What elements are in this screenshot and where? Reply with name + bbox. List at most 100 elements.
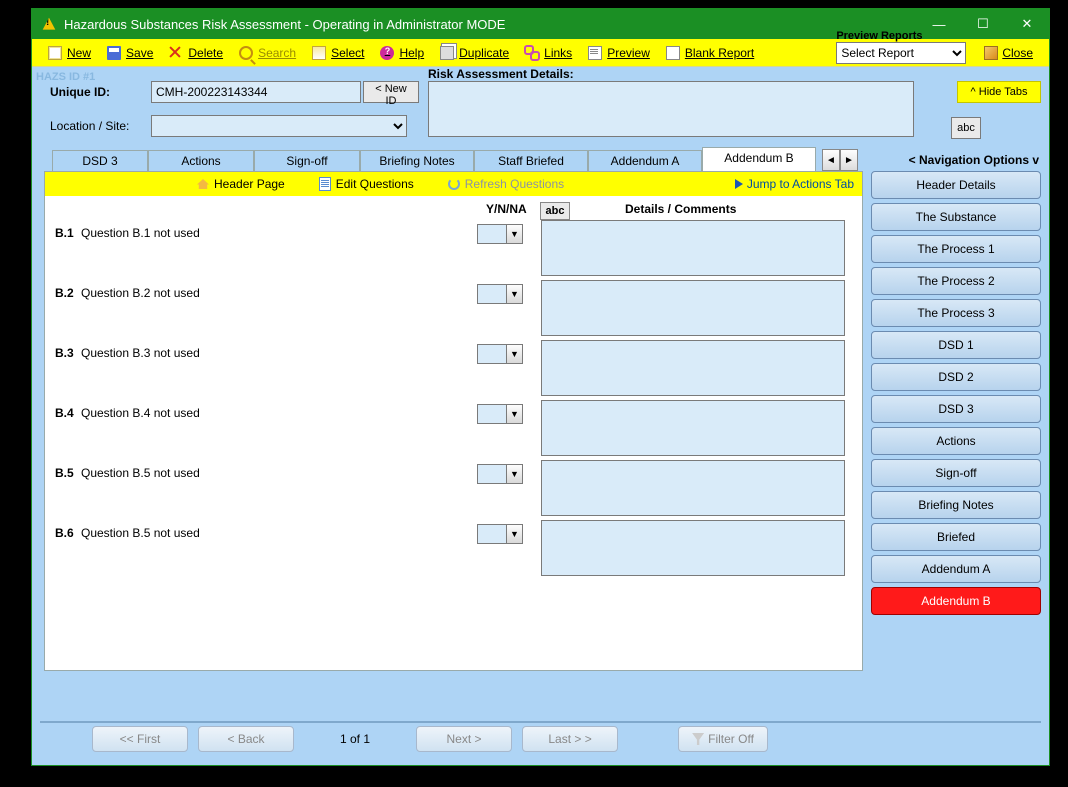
back-button[interactable]: < Back [198, 726, 294, 752]
sidenav-sign-off[interactable]: Sign-off [871, 459, 1041, 487]
ynna-select[interactable]: ▼ [477, 280, 527, 304]
tab-scroll-left[interactable]: ◄ [822, 149, 840, 171]
hide-tabs-button[interactable]: ^ Hide Tabs [957, 81, 1041, 103]
warning-icon [42, 17, 56, 31]
comment-box[interactable] [541, 520, 845, 576]
question-row: B.2 Question B.2 not used ▼ [45, 280, 862, 340]
chevron-down-icon: ▼ [507, 344, 523, 364]
col-details: Details / Comments [625, 202, 736, 220]
sidenav-dsd 3[interactable]: DSD 3 [871, 395, 1041, 423]
location-select[interactable] [151, 115, 407, 137]
question-number: B.3 [45, 340, 81, 360]
comment-box[interactable] [541, 400, 845, 456]
new-id-button[interactable]: < New ID [363, 81, 419, 103]
new-button[interactable]: New [42, 44, 97, 62]
ynna-select[interactable]: ▼ [477, 460, 527, 484]
question-number: B.6 [45, 520, 81, 540]
sidenav-dsd 2[interactable]: DSD 2 [871, 363, 1041, 391]
sidenav-header details[interactable]: Header Details [871, 171, 1041, 199]
last-button[interactable]: Last > > [522, 726, 618, 752]
duplicate-button[interactable]: Duplicate [434, 44, 515, 62]
risk-details-box[interactable] [428, 81, 914, 137]
sidenav-the process 3[interactable]: The Process 3 [871, 299, 1041, 327]
save-button[interactable]: Save [101, 44, 159, 62]
close-icon [984, 46, 998, 60]
abc-column-button[interactable]: abc [540, 202, 570, 220]
window-close-button[interactable]: ✕ [1005, 9, 1049, 39]
ynna-select[interactable]: ▼ [477, 400, 527, 424]
tab-actions[interactable]: Actions [148, 150, 254, 171]
sidenav-actions[interactable]: Actions [871, 427, 1041, 455]
comment-box[interactable] [541, 280, 845, 336]
comment-box[interactable] [541, 340, 845, 396]
side-nav: Header Details The Substance The Process 1… [871, 171, 1041, 671]
preview-reports-select[interactable]: Select Report [836, 42, 966, 64]
delete-icon [169, 46, 183, 60]
ynna-select[interactable]: ▼ [477, 340, 527, 364]
unique-id-field[interactable] [151, 81, 361, 103]
duplicate-icon [440, 46, 454, 60]
header-page-button[interactable]: Header Page [197, 177, 285, 191]
sidenav-briefed[interactable]: Briefed [871, 523, 1041, 551]
sidenav-the substance[interactable]: The Substance [871, 203, 1041, 231]
new-icon [48, 46, 62, 60]
sidenav-addendum a[interactable]: Addendum A [871, 555, 1041, 583]
sidenav-the process 1[interactable]: The Process 1 [871, 235, 1041, 263]
select-button[interactable]: Select [306, 44, 370, 62]
abc-header-button[interactable]: abc [951, 117, 981, 139]
home-icon [197, 179, 209, 189]
tab-dsd3[interactable]: DSD 3 [52, 150, 148, 171]
chevron-down-icon: ▼ [507, 464, 523, 484]
tab-signoff[interactable]: Sign-off [254, 150, 360, 171]
question-row: B.3 Question B.3 not used ▼ [45, 340, 862, 400]
links-button[interactable]: Links [519, 44, 578, 62]
refresh-questions-button[interactable]: Refresh Questions [448, 177, 564, 191]
panel-toolbar: Header Page Edit Questions Refresh Quest… [45, 172, 862, 196]
col-ynna: Y/N/NA [486, 202, 536, 220]
navigation-options-toggle[interactable]: < Navigation Options v [905, 149, 1049, 171]
sidenav-briefing notes[interactable]: Briefing Notes [871, 491, 1041, 519]
tab-addendum-b[interactable]: Addendum B [702, 147, 816, 171]
window-title: Hazardous Substances Risk Assessment - O… [64, 17, 505, 32]
search-icon [239, 46, 253, 60]
hazs-id-watermark: HAZS ID #1 [36, 71, 95, 83]
maximize-button[interactable]: ☐ [961, 9, 1005, 39]
save-icon [107, 46, 121, 60]
work-panel: Header Page Edit Questions Refresh Quest… [44, 171, 863, 671]
question-row: B.6 Question B.5 not used ▼ [45, 520, 862, 580]
comment-box[interactable] [541, 220, 845, 276]
question-row: B.1 Question B.1 not used ▼ [45, 220, 862, 280]
delete-button[interactable]: Delete [163, 44, 229, 62]
search-button[interactable]: Search [233, 44, 302, 62]
tab-briefing-notes[interactable]: Briefing Notes [360, 150, 474, 171]
comment-box[interactable] [541, 460, 845, 516]
sidenav-addendum b[interactable]: Addendum B [871, 587, 1041, 615]
ynna-select[interactable]: ▼ [477, 220, 527, 244]
sidenav-dsd 1[interactable]: DSD 1 [871, 331, 1041, 359]
tab-staff-briefed[interactable]: Staff Briefed [474, 150, 588, 171]
page-indicator: 1 of 1 [340, 732, 370, 746]
preview-button[interactable]: Preview [582, 44, 656, 62]
close-button[interactable]: Close [978, 44, 1039, 62]
question-text: Question B.1 not used [81, 220, 477, 240]
question-text: Question B.4 not used [81, 400, 477, 420]
next-button[interactable]: Next > [416, 726, 512, 752]
sidenav-the process 2[interactable]: The Process 2 [871, 267, 1041, 295]
preview-reports-label: Preview Reports [836, 30, 966, 42]
first-button[interactable]: << First [92, 726, 188, 752]
filter-icon [692, 733, 704, 745]
jump-to-actions-button[interactable]: Jump to Actions Tab [735, 177, 854, 191]
edit-questions-button[interactable]: Edit Questions [319, 177, 414, 191]
tab-addendum-a[interactable]: Addendum A [588, 150, 702, 171]
help-button[interactable]: ?Help [374, 44, 430, 62]
ynna-select[interactable]: ▼ [477, 520, 527, 544]
blank-report-button[interactable]: Blank Report [660, 44, 760, 62]
filter-off-button[interactable]: Filter Off [678, 726, 768, 752]
chevron-down-icon: ▼ [507, 224, 523, 244]
tab-strip: DSD 3 Actions Sign-off Briefing Notes St… [52, 147, 1049, 171]
question-number: B.1 [45, 220, 81, 240]
main-toolbar: New Save Delete Search Select ?Help Dupl… [32, 39, 1049, 67]
tab-scroll-right[interactable]: ► [840, 149, 858, 171]
mid-wrap: Header Page Edit Questions Refresh Quest… [44, 171, 1041, 671]
question-text: Question B.5 not used [81, 460, 477, 480]
